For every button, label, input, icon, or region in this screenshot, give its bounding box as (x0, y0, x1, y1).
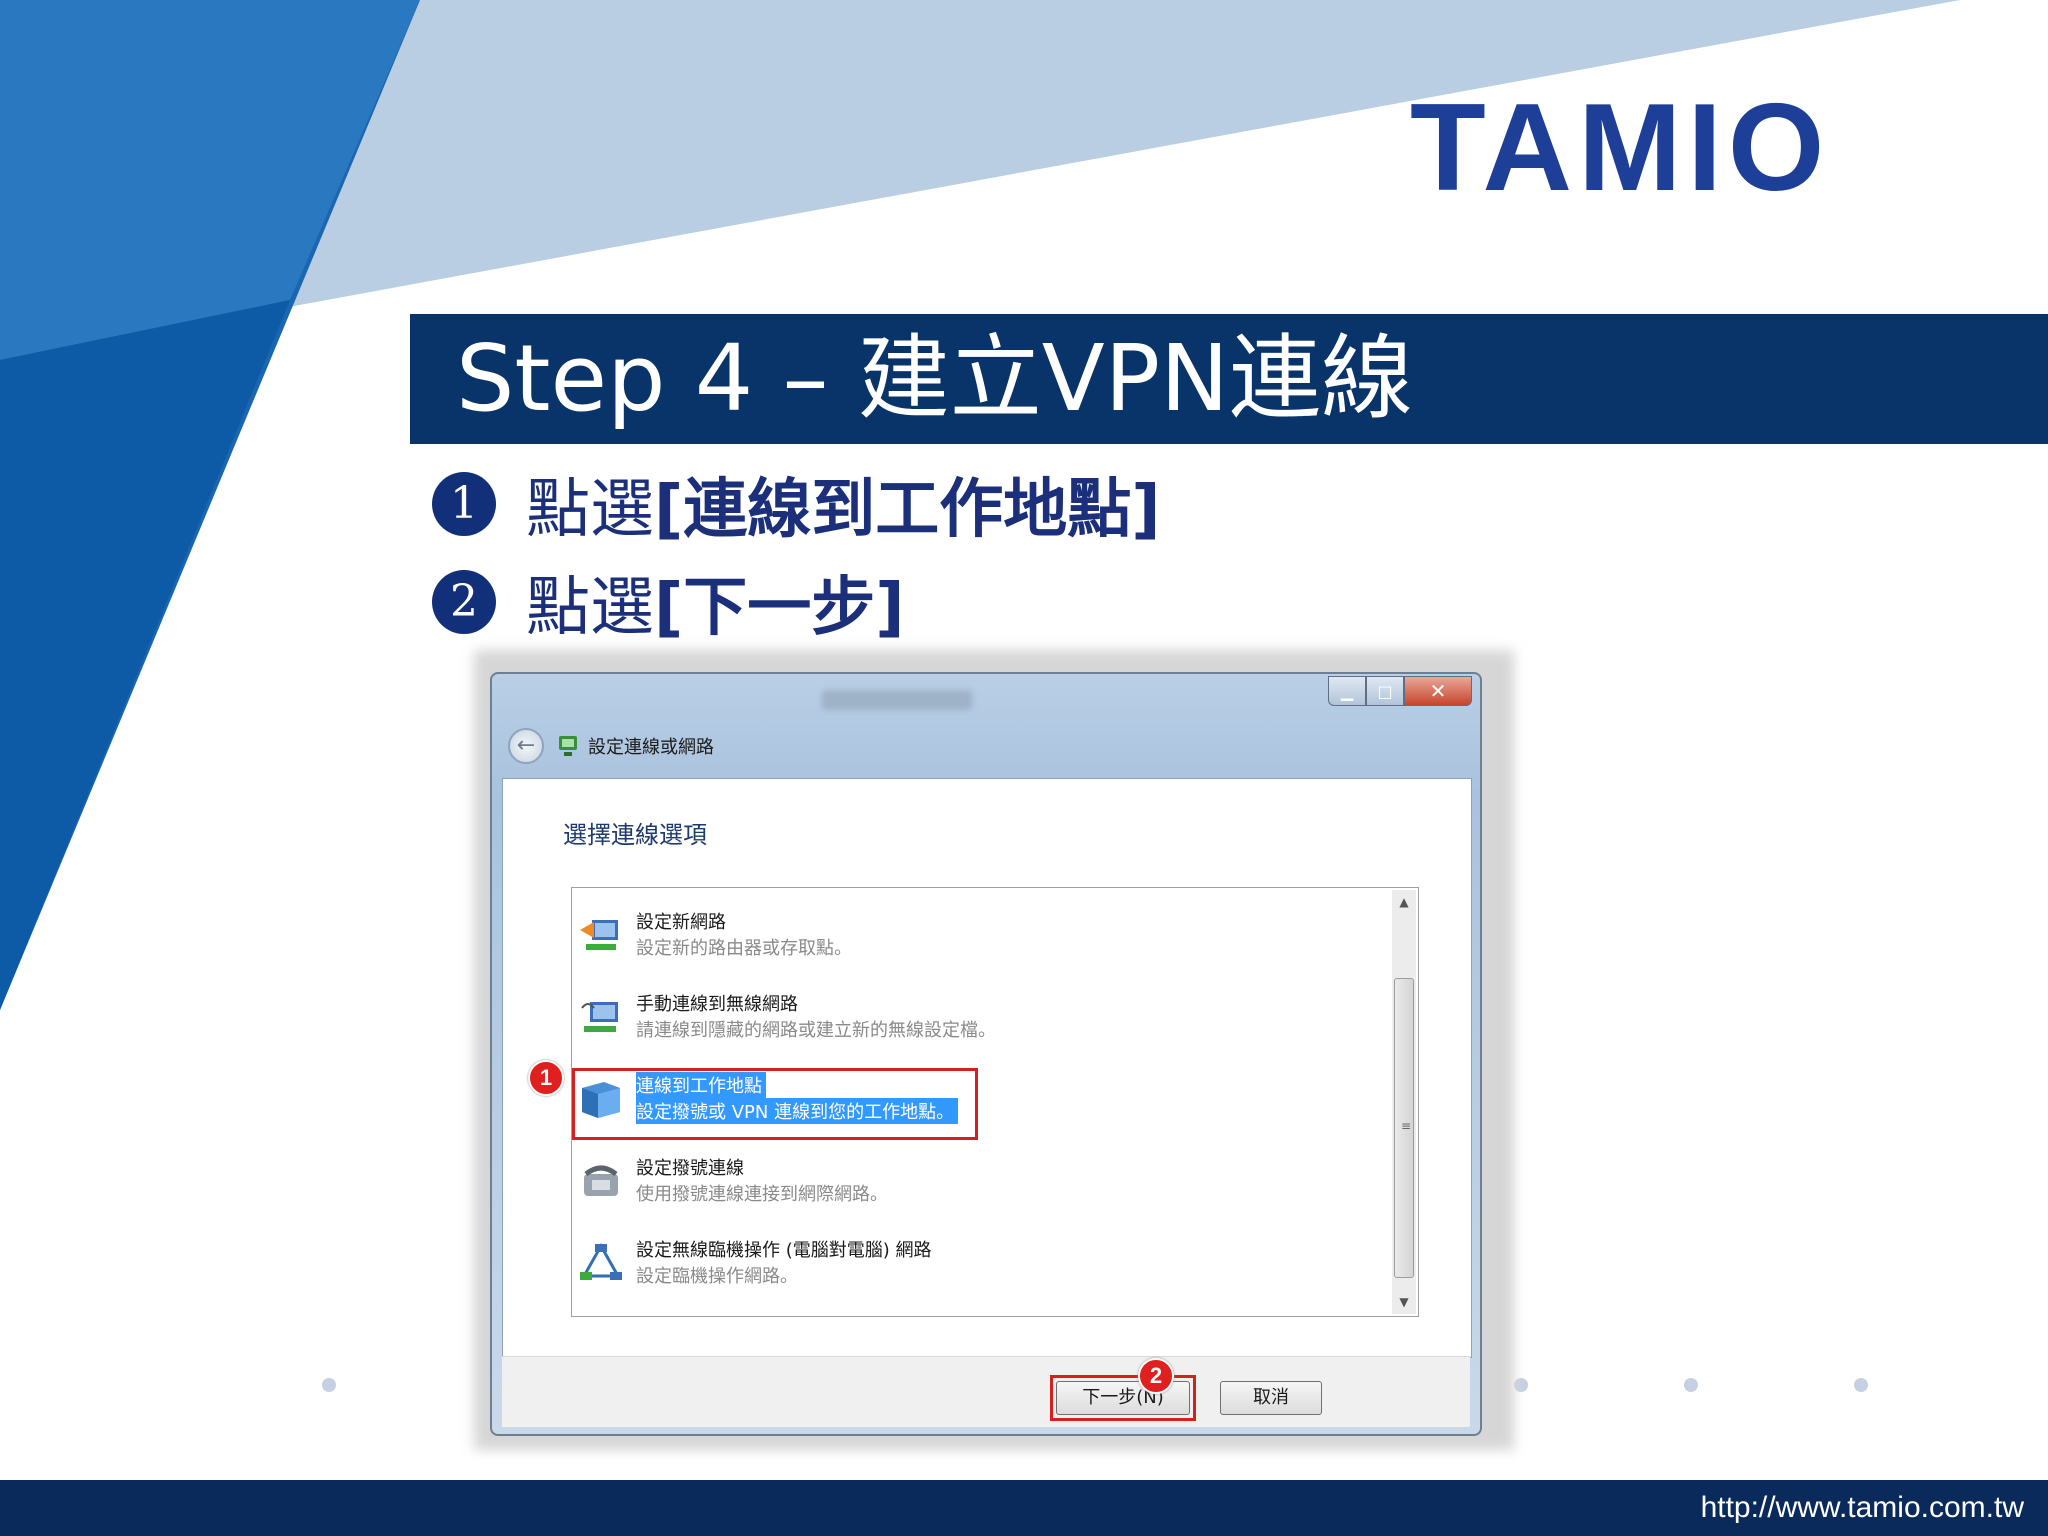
minimize-button[interactable]: ▁ (1328, 676, 1366, 706)
highlight-box-next (1050, 1375, 1196, 1421)
close-button[interactable]: ✕ (1404, 676, 1472, 706)
step-2: 2 點選 [下一步] (432, 560, 905, 645)
page-title: Step 4 – 建立VPN連線 (456, 325, 1413, 432)
callout-badge-2: 2 (1138, 1358, 1174, 1394)
connection-options-list[interactable]: 設定新網路 設定新的路由器或存取點。 手動連線到無線網路 請連線到隱藏的網路或建… (571, 887, 1419, 1317)
step-2-target: [下一步] (654, 571, 905, 645)
network-wizard-icon (580, 920, 618, 950)
scroll-up-arrow-icon[interactable]: ▲ (1392, 890, 1416, 914)
wireless-icon (581, 1002, 618, 1032)
option-desc: 設定臨機操作網路。 (636, 1266, 798, 1287)
callout-badge-1: 1 (528, 1060, 564, 1096)
option-title: 手動連線到無線網路 (636, 994, 798, 1015)
window-controls: ▁ □ ✕ (1328, 676, 1472, 706)
highlight-box-option (572, 1068, 978, 1140)
option-adhoc[interactable]: 設定無線臨機操作 (電腦對電腦) 網路 設定臨機操作網路。 (576, 1232, 976, 1292)
step-2-prefix: 點選 (526, 571, 654, 645)
scrollbar[interactable]: ▲ ≡ ▼ (1392, 890, 1416, 1314)
network-setup-icon (559, 736, 577, 756)
dialog-heading: 選擇連線選項 (563, 821, 707, 849)
decor-dot (1684, 1378, 1698, 1392)
nav-bar: ← 設定連線或網路 (508, 726, 714, 766)
option-dialup[interactable]: 設定撥號連線 使用撥號連線連接到網際網路。 (576, 1150, 976, 1210)
option-title: 設定無線臨機操作 (電腦對電腦) 網路 (636, 1240, 932, 1261)
footer-url[interactable]: http://www.tamio.com.tw (1701, 1480, 2024, 1536)
dialog-footer: 下一步(N) 取消 (502, 1356, 1470, 1427)
step-2-number: 2 (432, 570, 496, 634)
nav-label: 設定連線或網路 (588, 737, 714, 758)
dialog-window: ▁ □ ✕ ← 設定連線或網路 選擇連線選項 設定新網路 設定新的路由器或存取點… (490, 672, 1482, 1436)
decor-dot (1514, 1378, 1528, 1392)
option-new-network[interactable]: 設定新網路 設定新的路由器或存取點。 (576, 904, 976, 964)
scrollbar-thumb[interactable]: ≡ (1394, 978, 1414, 1278)
dialog-content: 選擇連線選項 設定新網路 設定新的路由器或存取點。 手動連線到無線網路 請連線到… (502, 778, 1472, 1358)
scroll-down-arrow-icon[interactable]: ▼ (1392, 1290, 1416, 1314)
step-1-prefix: 點選 (526, 473, 654, 547)
step-1-target: [連線到工作地點] (654, 473, 1161, 547)
option-desc: 設定新的路由器或存取點。 (636, 938, 852, 959)
option-title: 設定新網路 (636, 912, 726, 933)
step-1-number: 1 (432, 472, 496, 536)
title-bar: Step 4 – 建立VPN連線 (410, 314, 2048, 444)
footer-bar: http://www.tamio.com.tw (0, 1480, 2048, 1536)
maximize-button[interactable]: □ (1366, 676, 1404, 706)
cancel-button[interactable]: 取消 (1220, 1381, 1322, 1415)
step-1: 1 點選 [連線到工作地點] (432, 462, 1161, 547)
option-title: 設定撥號連線 (636, 1158, 744, 1179)
dialup-phone-icon (584, 1165, 618, 1196)
decor-dot (322, 1378, 336, 1392)
window-title-blurred (822, 690, 972, 710)
tamio-logo: TAMIO (1410, 79, 1831, 217)
option-manual-wireless[interactable]: 手動連線到無線網路 請連線到隱藏的網路或建立新的無線設定檔。 (576, 986, 996, 1046)
adhoc-network-icon (580, 1242, 622, 1280)
back-arrow-icon[interactable]: ← (508, 728, 544, 764)
decor-dot (1854, 1378, 1868, 1392)
option-desc: 使用撥號連線連接到網際網路。 (636, 1184, 888, 1205)
option-desc: 請連線到隱藏的網路或建立新的無線設定檔。 (636, 1020, 996, 1041)
